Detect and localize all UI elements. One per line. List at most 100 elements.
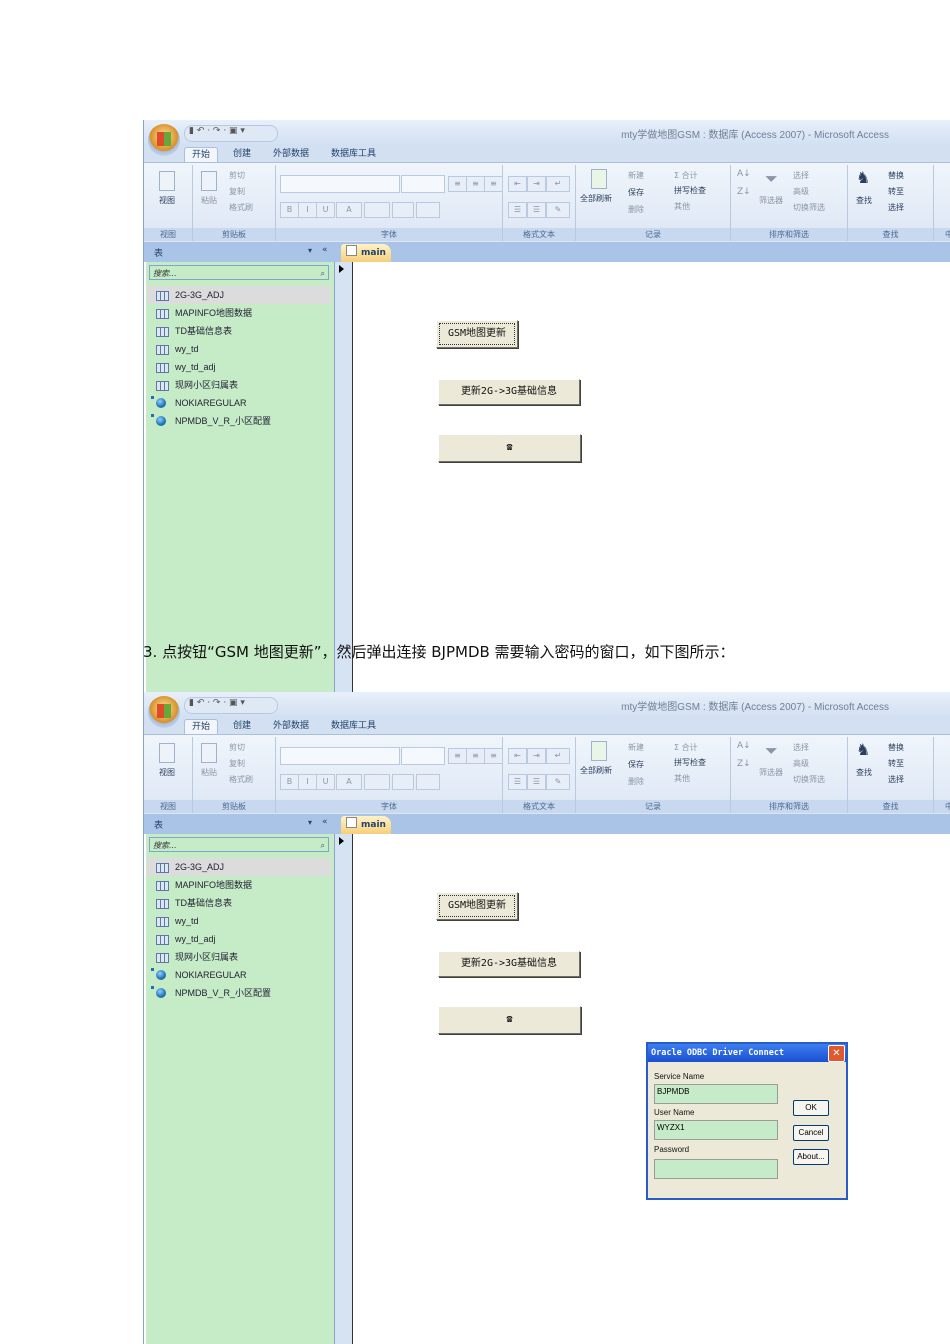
font-color-button[interactable]: A bbox=[336, 202, 362, 218]
nav-search-input[interactable]: 搜索... ⌕ bbox=[149, 265, 329, 280]
update-2g-3g-button[interactable]: 更新2G->3G基础信息 bbox=[438, 379, 580, 405]
outdent-button[interactable]: ⇥ bbox=[527, 176, 546, 192]
nav-search-input[interactable]: 搜索... ⌕ bbox=[149, 837, 329, 852]
nav-item[interactable]: TD基础信息表 bbox=[147, 894, 331, 912]
cancel-button[interactable]: Cancel bbox=[793, 1125, 829, 1141]
underline-button[interactable]: U bbox=[316, 202, 335, 218]
goto-button[interactable]: 转至 bbox=[888, 758, 904, 769]
nav-item[interactable]: NPMDB_V_R_小区配置 bbox=[147, 984, 331, 1002]
ltr-button[interactable]: ↵ bbox=[546, 176, 570, 192]
user-name-field[interactable]: WYZX1 bbox=[654, 1120, 778, 1140]
bold-button[interactable]: B bbox=[280, 202, 299, 218]
nav-item[interactable]: MAPINFO地图数据 bbox=[147, 304, 331, 322]
goto-button[interactable]: 转至 bbox=[888, 186, 904, 197]
alt-fill-button[interactable] bbox=[416, 774, 440, 790]
office-button[interactable] bbox=[148, 696, 180, 728]
delete-record-button[interactable]: 删除 bbox=[628, 776, 644, 787]
save-record-button[interactable]: 保存 bbox=[628, 759, 644, 770]
nav-item[interactable]: wy_td_adj bbox=[147, 358, 331, 376]
search-icon[interactable]: ⌕ bbox=[321, 266, 325, 281]
new-record-button[interactable]: 新建 bbox=[628, 742, 644, 753]
nav-item[interactable]: TD基础信息表 bbox=[147, 322, 331, 340]
numbering-button[interactable]: ☰ bbox=[508, 202, 527, 218]
nav-item[interactable]: 2G-3G_ADJ bbox=[147, 858, 331, 876]
nav-item[interactable]: MAPINFO地图数据 bbox=[147, 876, 331, 894]
find-button[interactable]: 查找 bbox=[856, 195, 872, 206]
font-name-combo[interactable] bbox=[280, 747, 400, 765]
view-button[interactable]: 视图 bbox=[159, 195, 175, 206]
tab-external-data[interactable]: 外部数据 bbox=[266, 147, 316, 162]
nav-dropdown-icon[interactable]: ▾ bbox=[308, 818, 312, 827]
more-button[interactable]: 其他 bbox=[674, 773, 690, 784]
select-button[interactable]: 选择 bbox=[888, 774, 904, 785]
tab-create[interactable]: 创建 bbox=[226, 719, 258, 734]
highlight-button[interactable]: ✎ bbox=[546, 202, 570, 218]
nav-item[interactable]: wy_td bbox=[147, 340, 331, 358]
copy-button[interactable]: 复制 bbox=[229, 758, 245, 769]
nav-item[interactable]: 2G-3G_ADJ bbox=[147, 286, 331, 304]
gsm-map-update-button[interactable]: GSM地图更新 bbox=[436, 320, 518, 348]
gridlines-button[interactable] bbox=[392, 774, 414, 790]
toggle-filter-button[interactable]: 切换筛选 bbox=[793, 202, 825, 213]
alt-fill-button[interactable] bbox=[416, 202, 440, 218]
bold-button[interactable]: B bbox=[280, 774, 299, 790]
font-name-combo[interactable] bbox=[280, 175, 400, 193]
tab-home[interactable]: 开始 bbox=[184, 147, 219, 163]
align-center-button[interactable]: ≡ bbox=[466, 176, 485, 192]
cut-button[interactable]: 剪切 bbox=[229, 170, 245, 181]
gridlines-button[interactable] bbox=[392, 202, 414, 218]
nav-item[interactable]: NPMDB_V_R_小区配置 bbox=[147, 412, 331, 430]
dialog-close-button[interactable]: ✕ bbox=[828, 1045, 845, 1062]
filter-button[interactable]: 筛选器 bbox=[759, 767, 783, 778]
nav-dropdown-icon[interactable]: ▾ bbox=[308, 246, 312, 255]
indent-button[interactable]: ⇤ bbox=[508, 748, 527, 764]
font-size-combo[interactable] bbox=[401, 747, 445, 765]
refresh-all-button[interactable]: 全部刷新 bbox=[580, 193, 612, 204]
sort-ascending-icon[interactable]: A↓ bbox=[737, 741, 751, 751]
paste-button[interactable]: 粘贴 bbox=[201, 767, 217, 778]
update-2g-3g-button[interactable]: 更新2G->3G基础信息 bbox=[438, 951, 580, 977]
align-right-button[interactable]: ≡ bbox=[484, 748, 503, 764]
third-form-button[interactable]: ☎ bbox=[438, 1006, 581, 1034]
selection-button[interactable]: 选择 bbox=[793, 742, 809, 753]
doc-tab-main[interactable]: main bbox=[341, 244, 391, 262]
about-button[interactable]: About... bbox=[793, 1149, 829, 1165]
new-record-button[interactable]: 新建 bbox=[628, 170, 644, 181]
nav-pane-title[interactable]: 表 bbox=[154, 818, 163, 831]
paste-button[interactable]: 粘贴 bbox=[201, 195, 217, 206]
sort-ascending-icon[interactable]: A↓ bbox=[737, 169, 751, 179]
tab-external-data[interactable]: 外部数据 bbox=[266, 719, 316, 734]
nav-item[interactable]: NOKIAREGULAR bbox=[147, 394, 331, 412]
align-center-button[interactable]: ≡ bbox=[466, 748, 485, 764]
gsm-map-update-button[interactable]: GSM地图更新 bbox=[436, 892, 518, 920]
indent-button[interactable]: ⇤ bbox=[508, 176, 527, 192]
filter-button[interactable]: 筛选器 bbox=[759, 195, 783, 206]
underline-button[interactable]: U bbox=[316, 774, 335, 790]
quick-access-toolbar[interactable]: ▮ ↶ · ↷ · ▣ ▾ bbox=[184, 125, 278, 142]
highlight-button[interactable]: ✎ bbox=[546, 774, 570, 790]
format-painter-button[interactable]: 格式刷 bbox=[229, 774, 253, 785]
view-button[interactable]: 视图 bbox=[159, 767, 175, 778]
tab-home[interactable]: 开始 bbox=[184, 719, 219, 735]
office-button[interactable] bbox=[148, 124, 180, 156]
selection-button[interactable]: 选择 bbox=[793, 170, 809, 181]
align-left-button[interactable]: ≡ bbox=[448, 176, 467, 192]
third-form-button[interactable]: ☎ bbox=[438, 434, 581, 462]
bullets-button[interactable]: ☰ bbox=[527, 202, 546, 218]
cut-button[interactable]: 剪切 bbox=[229, 742, 245, 753]
ok-button[interactable]: OK bbox=[793, 1100, 829, 1116]
doc-tab-main[interactable]: main bbox=[341, 816, 391, 834]
advanced-button[interactable]: 高级 bbox=[793, 186, 809, 197]
select-button[interactable]: 选择 bbox=[888, 202, 904, 213]
spelling-button[interactable]: 拼写检查 bbox=[674, 757, 706, 768]
font-color-button[interactable]: A bbox=[336, 774, 362, 790]
totals-button[interactable]: Σ 合计 bbox=[674, 742, 698, 753]
font-size-combo[interactable] bbox=[401, 175, 445, 193]
sort-descending-icon[interactable]: Z↓ bbox=[737, 187, 751, 197]
search-icon[interactable]: ⌕ bbox=[321, 838, 325, 853]
nav-item[interactable]: wy_td_adj bbox=[147, 930, 331, 948]
advanced-button[interactable]: 高级 bbox=[793, 758, 809, 769]
nav-collapse-icon[interactable]: « bbox=[322, 245, 328, 255]
align-right-button[interactable]: ≡ bbox=[484, 176, 503, 192]
refresh-all-button[interactable]: 全部刷新 bbox=[580, 765, 612, 776]
